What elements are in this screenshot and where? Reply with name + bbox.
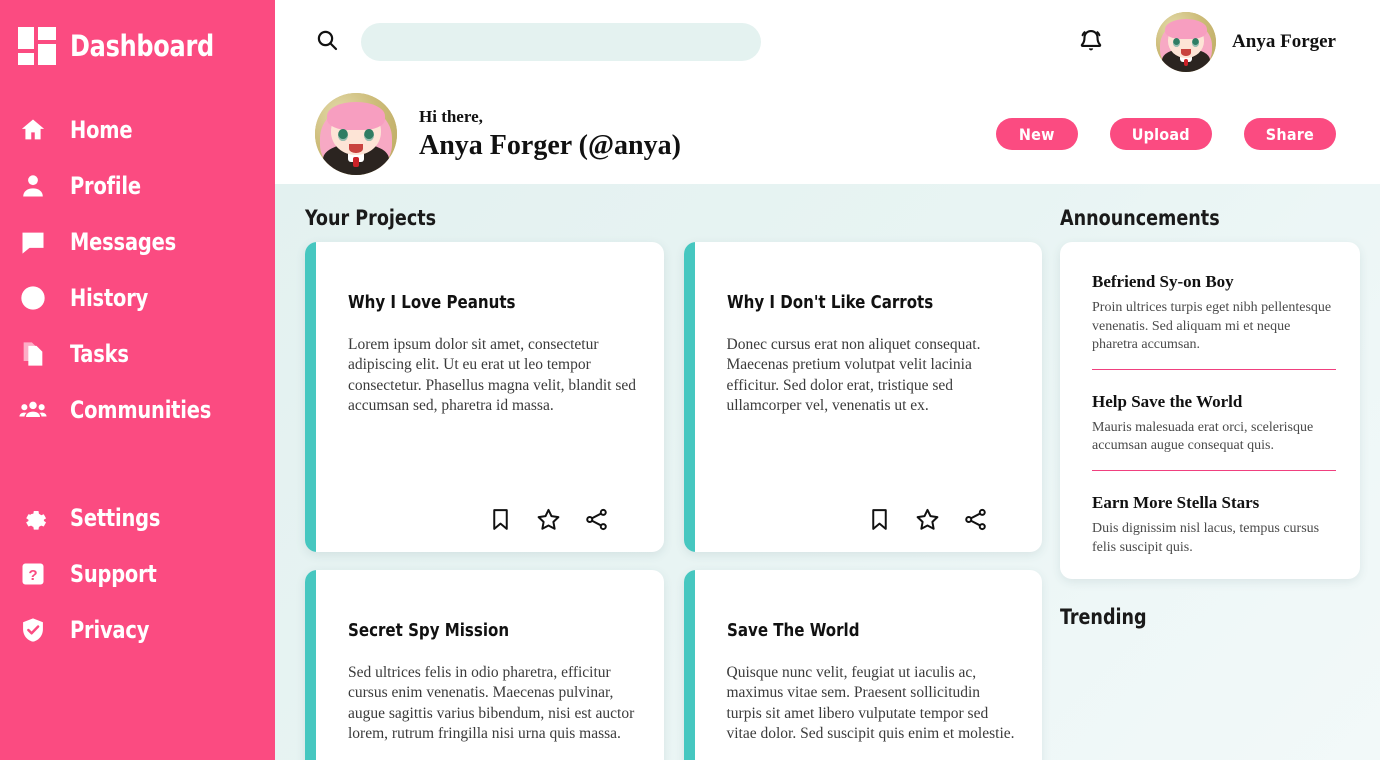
documents-icon <box>18 339 48 369</box>
announcements-column: Announcements Befriend Sy-on Boy Proin u… <box>1060 206 1360 760</box>
upload-button[interactable]: Upload <box>1109 118 1212 150</box>
new-button[interactable]: New <box>995 118 1078 150</box>
greeting-salutation: Hi there, <box>419 106 483 126</box>
sidebar-item-label: Communities <box>70 396 212 424</box>
card-accent-bar <box>305 570 316 760</box>
sidebar-item-communities[interactable]: Communities <box>0 382 275 438</box>
project-card[interactable]: Secret Spy Mission Sed ultrices felis in… <box>305 570 664 760</box>
sidebar-item-label: Messages <box>70 228 177 256</box>
announcements-heading: Announcements <box>1060 206 1220 230</box>
greeting-username: Anya Forger (@anya) <box>419 129 681 161</box>
card-title: Save The World <box>726 620 859 641</box>
card-text: Quisque nunc velit, feugiat ut iaculis a… <box>726 664 1015 743</box>
dashboard-grid-icon <box>18 27 56 65</box>
sidebar-item-label: History <box>70 284 149 312</box>
sidebar-item-home[interactable]: Home <box>0 102 275 158</box>
card-title: Why I Love Peanuts <box>348 292 516 313</box>
brand-title: Dashboard <box>70 29 214 63</box>
bell-icon[interactable] <box>1074 25 1108 59</box>
share-button[interactable]: Share <box>1243 118 1336 150</box>
avatar <box>1156 12 1217 72</box>
sidebar-item-label: Tasks <box>70 340 129 368</box>
announcement-title: Help Save the World <box>1092 391 1243 411</box>
chat-bubble-icon <box>18 227 48 257</box>
sidebar-item-messages[interactable]: Messages <box>0 214 275 270</box>
card-title: Secret Spy Mission <box>348 620 510 641</box>
action-buttons: New Upload Share <box>995 118 1336 150</box>
announcement-title: Befriend Sy-on Boy <box>1092 272 1234 291</box>
gear-icon <box>18 503 48 533</box>
sidebar-item-history[interactable]: History <box>0 270 275 326</box>
avatar[interactable] <box>315 93 397 175</box>
share-icon[interactable] <box>584 506 610 532</box>
announcement-item[interactable]: Help Save the World Mauris malesuada era… <box>1092 391 1336 472</box>
home-icon <box>18 115 48 145</box>
card-actions <box>348 488 638 532</box>
clock-icon <box>18 283 48 313</box>
user-chip[interactable]: Anya Forger <box>1156 12 1336 72</box>
card-text: Lorem ipsum dolor sit amet, consectetur … <box>348 336 636 415</box>
announcement-item[interactable]: Earn More Stella Stars Duis dignissim ni… <box>1092 493 1336 557</box>
question-mark-icon: ? <box>18 559 48 589</box>
bookmark-icon[interactable] <box>866 506 892 532</box>
person-icon <box>18 171 48 201</box>
greeting-text: Hi there, Anya Forger (@anya) <box>419 107 681 162</box>
user-name: Anya Forger <box>1232 31 1336 52</box>
sidebar-item-settings[interactable]: Settings <box>0 490 275 546</box>
sidebar-group-secondary: Settings ? Support Privacy <box>0 490 275 658</box>
announcements-panel: Befriend Sy-on Boy Proin ultrices turpis… <box>1060 242 1360 580</box>
project-card[interactable]: Why I Love Peanuts Lorem ipsum dolor sit… <box>305 242 664 552</box>
sidebar-item-label: Home <box>70 116 133 144</box>
sidebar-item-privacy[interactable]: Privacy <box>0 602 275 658</box>
sidebar-item-label: Profile <box>70 172 141 200</box>
announcement-text: Duis dignissim nisl lacus, tempus cursus… <box>1092 521 1320 555</box>
trending-section: Trending <box>1060 605 1360 629</box>
sidebar-group-primary: Home Profile Messages History Tasks Comm… <box>0 102 275 438</box>
trending-heading: Trending <box>1060 605 1147 630</box>
card-accent-bar <box>683 242 695 552</box>
share-icon[interactable] <box>962 506 988 532</box>
card-accent-bar <box>305 242 316 552</box>
sidebar-item-profile[interactable]: Profile <box>0 158 275 214</box>
search-area <box>315 23 761 61</box>
sidebar-item-tasks[interactable]: Tasks <box>0 326 275 382</box>
sidebar: Dashboard Home Profile Messages History … <box>0 0 275 760</box>
search-icon[interactable] <box>315 28 339 57</box>
project-card[interactable]: Save The World Quisque nunc velit, feugi… <box>683 570 1042 760</box>
divider <box>1092 470 1336 472</box>
star-icon[interactable] <box>536 506 562 532</box>
project-card[interactable]: Why I Don't Like Carrots Donec cursus er… <box>683 242 1042 552</box>
projects-grid: Why I Love Peanuts Lorem ipsum dolor sit… <box>305 242 1042 760</box>
star-icon[interactable] <box>914 506 940 532</box>
content-area: Your Projects Why I Love Peanuts Lorem i… <box>275 184 1380 760</box>
sidebar-item-label: Privacy <box>70 616 150 644</box>
divider <box>1092 368 1336 370</box>
greeting-bar: Hi there, Anya Forger (@anya) New Upload… <box>275 84 1380 184</box>
card-text: Sed ultrices felis in odio pharetra, eff… <box>348 664 635 743</box>
sidebar-item-label: Settings <box>70 504 161 532</box>
bookmark-icon[interactable] <box>488 506 514 532</box>
svg-text:?: ? <box>28 567 37 584</box>
announcement-text: Proin ultrices turpis eget nibh pellente… <box>1092 300 1332 353</box>
topbar: Anya Forger <box>275 0 1380 84</box>
brand[interactable]: Dashboard <box>0 0 275 70</box>
card-accent-bar <box>683 570 695 760</box>
announcement-title: Earn More Stella Stars <box>1092 493 1260 513</box>
sidebar-item-support[interactable]: ? Support <box>0 546 275 602</box>
shield-check-icon <box>18 615 48 645</box>
sidebar-item-label: Support <box>70 560 157 588</box>
main-area: Anya Forger Hi there, Anya Forger (@anya… <box>275 0 1380 760</box>
card-title: Why I Don't Like Carrots <box>726 292 933 313</box>
card-actions <box>727 488 1017 532</box>
sidebar-nav: Home Profile Messages History Tasks Comm… <box>0 102 275 658</box>
card-text: Donec cursus erat non aliquet consequat.… <box>726 336 981 415</box>
announcement-item[interactable]: Befriend Sy-on Boy Proin ultrices turpis… <box>1092 272 1336 370</box>
projects-column: Your Projects Why I Love Peanuts Lorem i… <box>305 206 1042 760</box>
search-input[interactable] <box>361 23 761 61</box>
people-group-icon <box>18 395 48 425</box>
projects-heading: Your Projects <box>305 206 437 230</box>
announcement-text: Mauris malesuada erat orci, scelerisque … <box>1092 419 1314 454</box>
greeting-identity: Hi there, Anya Forger (@anya) <box>315 93 681 175</box>
